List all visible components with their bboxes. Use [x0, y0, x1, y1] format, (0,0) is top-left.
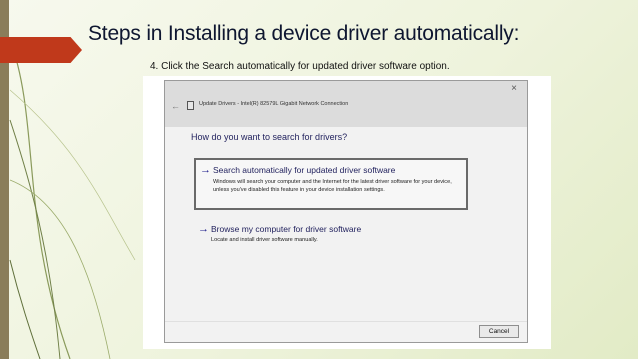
title-arrow-marker [0, 37, 82, 63]
dialog-titlebar: × ← Update Drivers - Intel(R) 82579L Gig… [165, 81, 527, 127]
close-icon[interactable]: × [508, 83, 520, 95]
option-title: Browse my computer for driver software [211, 224, 362, 234]
cancel-button[interactable]: Cancel [479, 325, 519, 338]
option-description: Windows will search your computer and th… [213, 179, 452, 193]
window-title: Update Drivers - Intel(R) 82579L Gigabit… [199, 101, 349, 107]
arrow-right-icon: → [198, 223, 209, 235]
step-instruction: 4. Click the Search automatically for up… [150, 61, 450, 72]
back-arrow-icon[interactable]: ← [171, 101, 180, 111]
device-driver-icon [187, 101, 194, 110]
arrow-right-icon: → [200, 164, 211, 176]
browse-computer-option[interactable]: → Browse my computer for driver software… [194, 221, 468, 251]
update-drivers-dialog: × ← Update Drivers - Intel(R) 82579L Gig… [164, 80, 528, 343]
search-question: How do you want to search for drivers? [191, 132, 348, 142]
search-automatically-option[interactable]: → Search automatically for updated drive… [194, 158, 468, 210]
option-title: Search automatically for updated driver … [213, 165, 396, 175]
slide-title: Steps in Installing a device driver auto… [88, 22, 520, 45]
dialog-footer: Cancel [165, 321, 527, 342]
option-description: Locate and install driver software manua… [211, 237, 318, 243]
